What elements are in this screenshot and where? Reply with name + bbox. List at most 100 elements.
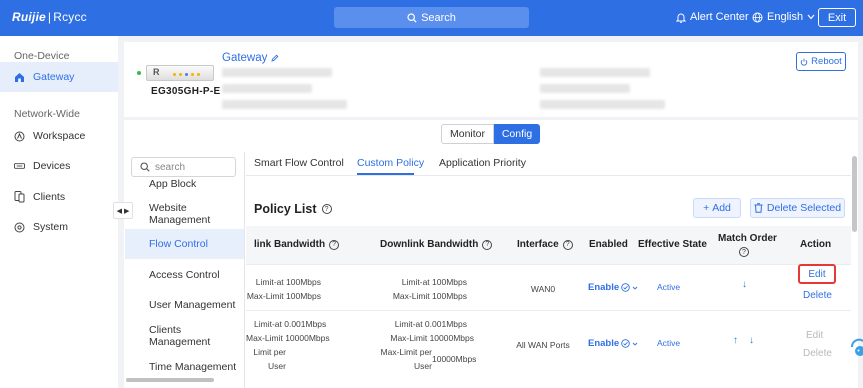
row2-up-user-label-2: User <box>268 361 286 371</box>
col-interface: Interface? <box>517 239 573 250</box>
help-icon[interactable]: ? <box>739 247 749 257</box>
redacted-info <box>222 84 312 93</box>
col-effective-state: Effective State <box>638 239 707 250</box>
redacted-info <box>222 100 347 109</box>
search-placeholder: search <box>155 161 186 173</box>
row2-interface: All WAN Ports <box>516 340 570 350</box>
redacted-info <box>540 84 630 93</box>
tab-custom-policy[interactable]: Custom Policy <box>357 157 424 169</box>
active-tab-indicator <box>357 173 414 175</box>
device-name[interactable]: Gateway <box>222 52 279 64</box>
horizontal-scrollbar[interactable] <box>126 378 214 382</box>
monitor-tab[interactable]: Monitor <box>441 124 494 144</box>
submenu-item-user-management[interactable]: User Management <box>125 290 244 320</box>
tab-application-priority[interactable]: Application Priority <box>439 157 526 169</box>
row1-up-min: Limit-at 100Mbps <box>255 277 321 287</box>
row2-down-user-label-2: User <box>414 361 432 371</box>
tab-divider <box>246 175 851 176</box>
chevron-down-icon <box>632 342 638 346</box>
row2-down-user-label: Max-Limit per <box>380 347 432 357</box>
mode-switch: Monitor Config <box>441 124 540 144</box>
collapse-toggle[interactable]: ◀ ▶ <box>113 202 133 219</box>
bell-icon <box>676 13 686 23</box>
alert-center-label: Alert Center <box>690 11 749 23</box>
help-icon[interactable]: ? <box>321 204 332 214</box>
row-divider <box>246 264 851 265</box>
delete-selected-button[interactable]: Delete Selected <box>750 198 845 218</box>
submenu-search-input[interactable]: search <box>131 157 236 177</box>
row2-up-min: Limit-at 0.001Mbps <box>254 319 327 329</box>
power-icon <box>800 58 808 66</box>
tab-smart-flow-control[interactable]: Smart Flow Control <box>254 157 344 169</box>
move-down-icon[interactable]: ↓ <box>749 335 754 346</box>
sidebar-item-label: Gateway <box>33 71 75 83</box>
col-enabled: Enabled <box>589 239 628 250</box>
submenu-item-flow-control[interactable]: Flow Control <box>125 229 244 259</box>
trash-icon <box>754 203 763 213</box>
col-uplink-label: link Bandwidth <box>254 239 326 250</box>
submenu-item-website-management[interactable]: Website Management <box>125 199 244 229</box>
plus-icon: + <box>703 202 710 214</box>
row2-down-user-value: 10000Mbps <box>432 354 477 364</box>
chevron-right-icon: ▶ <box>124 207 130 215</box>
check-circle-icon <box>621 339 630 348</box>
submenu-item-access-control[interactable]: Access Control <box>125 260 244 290</box>
sidebar-section-one-device: One-Device <box>14 50 70 62</box>
redacted-info <box>222 68 332 77</box>
reboot-button[interactable]: Reboot <box>796 52 846 71</box>
home-icon <box>14 72 25 83</box>
col-match-order-help: ? <box>739 247 749 257</box>
col-downlink-label: Downlink Bandwidth <box>380 239 479 250</box>
row1-edit-button[interactable]: Edit <box>798 264 836 284</box>
row2-edit-button[interactable]: Edit <box>806 330 823 341</box>
help-icon[interactable]: ? <box>482 239 493 250</box>
move-down-icon[interactable]: ↓ <box>742 279 747 290</box>
clients-icon <box>14 191 25 203</box>
row1-enabled-label: Enable <box>588 282 620 293</box>
col-uplink-bandwidth: link Bandwidth? <box>254 239 340 250</box>
submenu-divider <box>244 152 245 388</box>
system-icon <box>14 222 25 233</box>
row2-down-min: Limit-at 0.001Mbps <box>394 319 467 329</box>
sidebar-item-devices[interactable]: Devices <box>0 151 118 181</box>
sidebar-item-clients[interactable]: Clients <box>0 182 118 212</box>
sidebar-item-system[interactable]: System <box>0 212 118 242</box>
row2-enabled-select[interactable]: Enable <box>588 338 638 349</box>
row1-delete-button[interactable]: Delete <box>803 290 832 301</box>
chevron-left-icon: ◀ <box>116 207 122 215</box>
row-divider <box>246 310 851 311</box>
col-action: Action <box>800 239 832 250</box>
sidebar-item-workspace[interactable]: Workspace <box>0 121 118 151</box>
workspace-icon <box>14 131 25 142</box>
language-label: English <box>767 11 804 23</box>
redacted-info <box>540 100 665 109</box>
assistant-icon[interactable] <box>849 331 863 359</box>
policy-list-title: Policy List ? <box>254 202 332 216</box>
devices-icon <box>14 161 25 172</box>
language-selector[interactable]: English <box>752 11 815 23</box>
device-model: EG305GH-P-E <box>151 86 221 97</box>
sidebar-item-gateway[interactable]: Gateway <box>0 62 118 92</box>
add-button[interactable]: + Add <box>693 198 741 218</box>
sidebar-item-label: Devices <box>33 160 71 172</box>
chevron-down-icon <box>632 286 638 290</box>
global-search-button[interactable]: Search <box>334 7 529 28</box>
brand-logo[interactable]: Ruijie | Rcycc <box>12 10 87 24</box>
help-icon[interactable]: ? <box>562 239 573 250</box>
row2-delete-button[interactable]: Delete <box>803 348 832 359</box>
alert-center-button[interactable]: Alert Center <box>676 11 749 23</box>
logo-brand: Ruijie <box>12 10 46 24</box>
help-icon[interactable]: ? <box>329 239 340 250</box>
search-icon <box>407 12 417 23</box>
sidebar-item-label: Clients <box>33 191 66 203</box>
vertical-scrollbar[interactable] <box>852 156 857 232</box>
row2-up-max: Max-Limit 10000Mbps <box>246 333 330 343</box>
config-tab[interactable]: Config <box>494 124 540 144</box>
move-up-icon[interactable]: ↑ <box>733 335 738 346</box>
row1-enabled-select[interactable]: Enable <box>588 282 638 293</box>
sidebar-item-label: Workspace <box>33 130 86 142</box>
submenu-item-clients-management[interactable]: Clients Management <box>125 321 244 351</box>
exit-button[interactable]: Exit <box>818 8 856 27</box>
edit-pencil-icon[interactable] <box>271 54 279 62</box>
delete-selected-label: Delete Selected <box>766 202 842 214</box>
